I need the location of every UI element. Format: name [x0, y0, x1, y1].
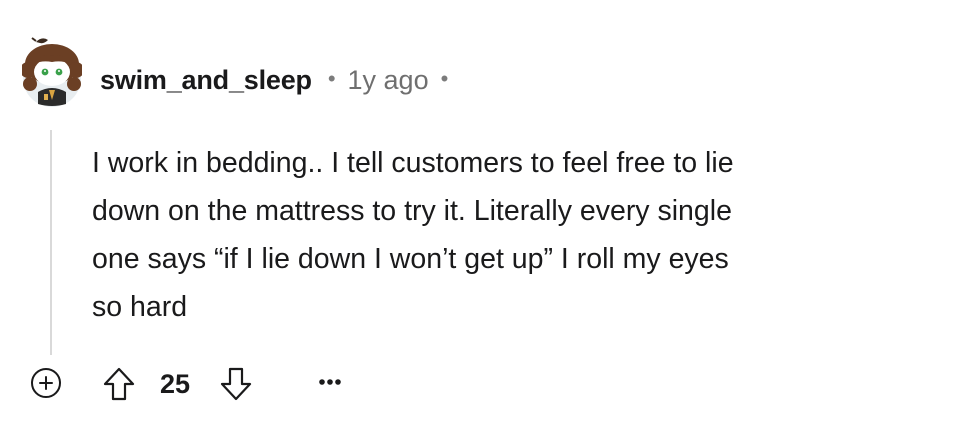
vote-score: 25 [160, 369, 191, 399]
comment-paragraph: I work in bedding.. I tell customers to … [92, 139, 942, 331]
arrow-up-icon [103, 367, 135, 401]
more-horizontal-icon [319, 379, 341, 385]
comment-line: down on the mattress to try it. Literall… [92, 195, 732, 227]
username-link[interactable]: swim_and_sleep [100, 65, 312, 96]
comment: swim_and_sleep • 1y ago • I work in bedd… [0, 0, 958, 422]
comment-line: one says “if I lie down I won’t get up” … [92, 243, 729, 275]
thread-line[interactable] [50, 130, 52, 355]
user-avatar[interactable] [22, 34, 82, 110]
avatar-snoo-icon [22, 37, 82, 107]
expand-thread-button[interactable] [31, 368, 61, 398]
comment-line: so hard [92, 291, 188, 323]
arrow-down-icon [220, 367, 252, 401]
more-options-button[interactable] [312, 364, 348, 400]
separator-dot: • [327, 66, 336, 91]
separator-dot-trailing: • [440, 66, 449, 91]
comment-actions: 25 [0, 362, 958, 406]
comment-line: I work in bedding.. I tell customers to … [92, 147, 734, 179]
upvote-button[interactable] [102, 366, 136, 402]
plus-icon [39, 376, 53, 390]
comment-header: swim_and_sleep • 1y ago • [100, 62, 448, 98]
downvote-button[interactable] [219, 366, 253, 402]
timestamp[interactable]: 1y ago [348, 65, 429, 96]
comment-body: I work in bedding.. I tell customers to … [92, 139, 942, 331]
